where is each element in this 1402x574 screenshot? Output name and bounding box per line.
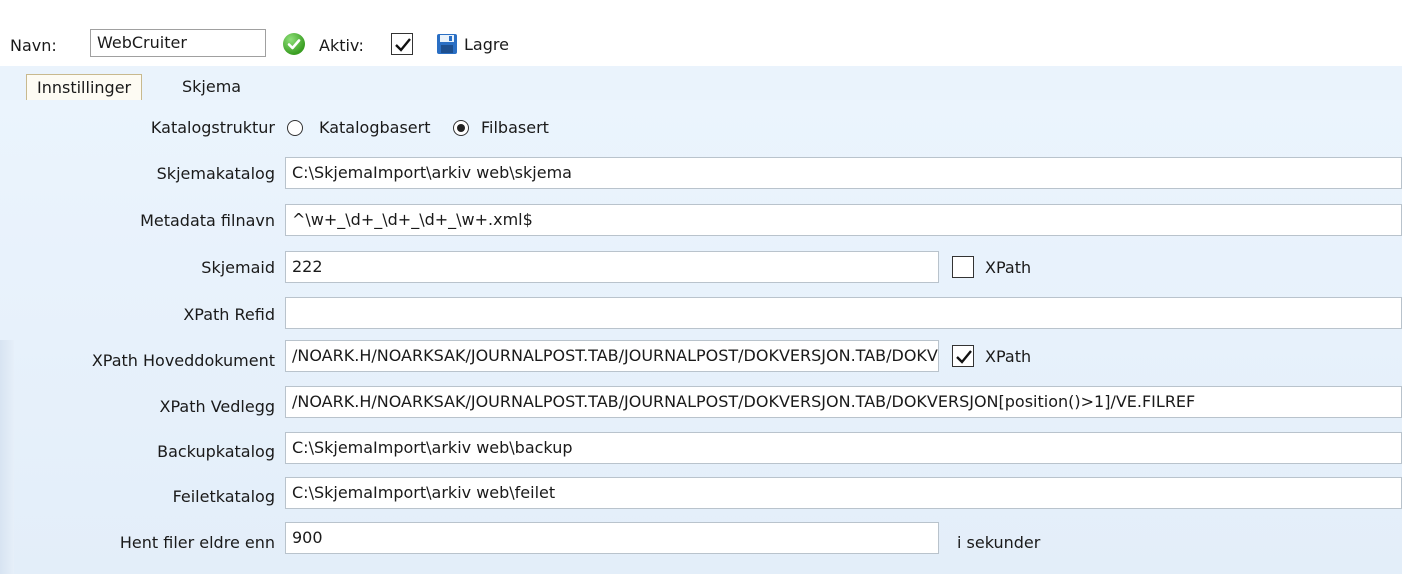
tab-skjema[interactable]: Skjema (172, 74, 251, 100)
xpath-vedlegg-input[interactable]: /NOARK.H/NOARKSAK/JOURNALPOST.TAB/JOURNA… (285, 386, 1402, 418)
skjemaid-xpath-label: XPath (985, 258, 1032, 277)
backupkatalog-input[interactable]: C:\SkjemaImport\arkiv web\backup (285, 432, 1402, 464)
radio-filbasert-label: Filbasert (481, 118, 549, 137)
aktiv-label: Aktiv: (319, 36, 364, 55)
xpath-vedlegg-label: XPath Vedlegg (159, 397, 276, 416)
save-button[interactable]: Lagre (436, 30, 509, 58)
feiletkatalog-label: Feiletkatalog (172, 487, 275, 506)
skjemakatalog-label: Skjemakatalog (156, 164, 275, 183)
side-decoration (0, 340, 14, 574)
hoveddokument-xpath-label: XPath (985, 347, 1032, 366)
radio-katalogbasert-label: Katalogbasert (319, 118, 431, 137)
tab-innstillinger[interactable]: Innstillinger (26, 74, 143, 100)
hent-filer-input[interactable]: 900 (285, 522, 939, 554)
skjemakatalog-input[interactable]: C:\SkjemaImport\arkiv web\skjema (285, 157, 1402, 189)
xpath-refid-label: XPath Refid (183, 305, 275, 324)
radio-filbasert[interactable] (453, 120, 469, 136)
xpath-refid-input[interactable] (285, 297, 1402, 329)
check-ok-icon (283, 33, 305, 55)
metadata-filnavn-label: Metadata filnavn (140, 211, 275, 230)
save-button-label: Lagre (464, 34, 509, 54)
hent-filer-unit: i sekunder (957, 533, 1041, 552)
floppy-disk-icon (437, 34, 457, 54)
skjemaid-xpath-checkbox[interactable] (952, 256, 974, 278)
metadata-filnavn-input[interactable]: ^\w+_\d+_\d+_\d+_\w+.xml$ (285, 204, 1402, 236)
hoveddokument-xpath-checkbox[interactable] (952, 345, 974, 367)
checkmark-icon (395, 38, 411, 52)
skjemaid-label: Skjemaid (201, 258, 275, 277)
xpath-hoveddokument-label: XPath Hoveddokument (91, 351, 275, 370)
feiletkatalog-input[interactable]: C:\SkjemaImport\arkiv web\feilet (285, 477, 1402, 509)
checkmark-icon (956, 350, 972, 364)
tab-strip: Innstillinger Skjema (0, 66, 1402, 101)
xpath-hoveddokument-input[interactable]: /NOARK.H/NOARKSAK/JOURNALPOST.TAB/JOURNA… (285, 340, 939, 372)
skjemaid-input[interactable]: 222 (285, 251, 939, 283)
aktiv-checkbox[interactable] (391, 33, 413, 55)
navn-label: Navn: (10, 36, 57, 55)
radio-katalogbasert[interactable] (287, 120, 303, 136)
katalogstruktur-label: Katalogstruktur (150, 118, 275, 137)
backupkatalog-label: Backupkatalog (157, 442, 275, 461)
hent-filer-label: Hent filer eldre enn (119, 533, 275, 552)
navn-input[interactable]: WebCruiter (90, 29, 266, 57)
